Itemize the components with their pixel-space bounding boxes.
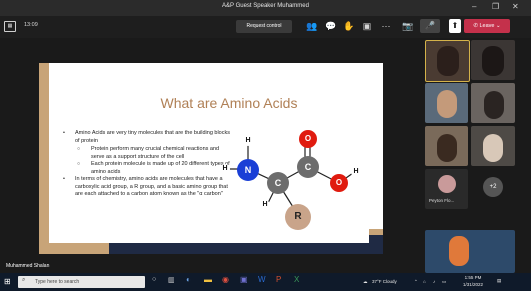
participant-video xyxy=(437,46,459,76)
slide-title: What are Amino Acids xyxy=(160,95,298,111)
more-participants-count: +2 xyxy=(483,177,503,197)
clock-time[interactable]: 1:55 PM xyxy=(458,275,488,280)
slide-accent-bar xyxy=(39,63,49,254)
participant-tile-5[interactable] xyxy=(425,126,468,166)
chrome-icon[interactable]: ◉ xyxy=(222,275,229,284)
sub-bullet-2: Each protein molecule is made up of 20 d… xyxy=(61,161,231,176)
maximize-icon[interactable]: ❐ xyxy=(492,2,499,12)
bullet-1: Amino Acids are very tiny molecules that… xyxy=(61,130,231,145)
participant-tile-3[interactable] xyxy=(425,83,468,123)
avatar xyxy=(438,175,456,193)
atom-o2: O xyxy=(330,174,348,192)
atom-c2: C xyxy=(297,156,319,178)
participant-name: Peyton Flo... xyxy=(429,198,455,203)
close-icon[interactable]: ✕ xyxy=(512,2,519,12)
powerpoint-icon[interactable]: P xyxy=(276,275,281,284)
atom-r: R xyxy=(285,204,311,230)
search-placeholder: Type here to search xyxy=(35,279,80,285)
windows-start-icon[interactable]: ⊞ xyxy=(4,277,11,286)
raise-hand-icon[interactable]: ✋ xyxy=(343,20,355,32)
clock-date[interactable]: 1/31/2022 xyxy=(458,282,488,287)
share-button[interactable]: ⬆ xyxy=(449,19,461,33)
meeting-timer: 13:09 xyxy=(24,22,38,28)
participant-video xyxy=(483,134,503,162)
grid-icon[interactable]: ▦ xyxy=(4,21,16,32)
participant-tile-1[interactable] xyxy=(425,40,470,82)
participant-video xyxy=(484,91,504,119)
slide-bullets: Amino Acids are very tiny molecules that… xyxy=(61,130,231,200)
atom-n: N xyxy=(237,159,259,181)
window-title: A&P Guest Speaker Muhammed xyxy=(222,3,309,9)
share-icon: ⬆ xyxy=(451,21,459,30)
mic-button[interactable]: 🎤 xyxy=(420,19,440,33)
excel-icon[interactable]: X xyxy=(294,275,299,284)
leave-button[interactable]: ✆ Leave ⌄ xyxy=(464,19,510,33)
participant-tile-2[interactable] xyxy=(471,40,515,80)
presenter-name: Muhammed Shalan xyxy=(6,263,50,269)
word-icon[interactable]: W xyxy=(258,275,266,284)
weather-readout[interactable]: 37°F Cloudy xyxy=(372,279,397,284)
atom-c1: C xyxy=(267,172,289,194)
notifications-icon[interactable]: ▤ xyxy=(497,278,501,284)
tray-chevron-icon[interactable]: ⌃ xyxy=(414,279,418,285)
participant-tile-4[interactable] xyxy=(471,83,515,123)
volume-icon[interactable]: ♪ xyxy=(433,279,435,284)
participant-video xyxy=(437,134,457,162)
participant-video xyxy=(482,46,504,76)
task-view-icon[interactable]: ○ xyxy=(152,276,156,283)
camera-icon[interactable]: 📷 xyxy=(402,20,414,32)
search-icon: ⌕ xyxy=(22,277,26,283)
atom-h3: H xyxy=(260,200,270,210)
leave-label: Leave xyxy=(479,23,495,29)
atom-h2: H xyxy=(220,164,230,174)
more-participants-tile[interactable]: +2 xyxy=(471,169,515,209)
more-options-icon[interactable]: ⋯ xyxy=(380,20,392,32)
participant-video xyxy=(437,90,457,118)
atom-h4: H xyxy=(351,167,361,177)
teams-icon[interactable]: ▣ xyxy=(240,275,248,284)
phone-icon: ✆ xyxy=(473,23,478,29)
network-icon[interactable]: ⌂ xyxy=(423,279,426,284)
self-view-tile[interactable] xyxy=(425,230,515,273)
atom-h1: H xyxy=(243,136,253,146)
weather-icon[interactable]: ☁ xyxy=(363,279,368,285)
chat-icon[interactable]: 💬 xyxy=(325,20,337,32)
participant-tile-6[interactable] xyxy=(471,126,515,166)
participant-tile-peyton[interactable]: Peyton Flo... xyxy=(425,169,468,209)
widgets-icon[interactable]: ▥ xyxy=(168,276,175,284)
edge-icon[interactable]: ◐ xyxy=(186,275,191,284)
title-bar: A&P Guest Speaker Muhammed – ❐ ✕ xyxy=(0,0,531,16)
participant-video xyxy=(449,236,469,266)
minimize-icon[interactable]: – xyxy=(472,2,476,12)
mic-off-icon: 🎤 xyxy=(425,21,435,30)
rooms-icon[interactable]: ▣ xyxy=(361,20,373,32)
shared-slide: What are Amino Acids Amino Acids are ver… xyxy=(39,63,383,254)
battery-icon[interactable]: ▭ xyxy=(442,279,446,285)
sub-bullet-1: Protein perform many crucial chemical re… xyxy=(61,146,231,161)
atom-o1: O xyxy=(299,130,317,148)
people-icon[interactable]: 👥 xyxy=(306,20,318,32)
bullet-2: In terms of chemistry, amino acids are m… xyxy=(61,176,231,199)
chevron-down-icon: ⌄ xyxy=(496,23,501,29)
file-explorer-icon[interactable]: ▬ xyxy=(204,275,212,284)
request-control-button[interactable]: Request control xyxy=(236,20,292,33)
